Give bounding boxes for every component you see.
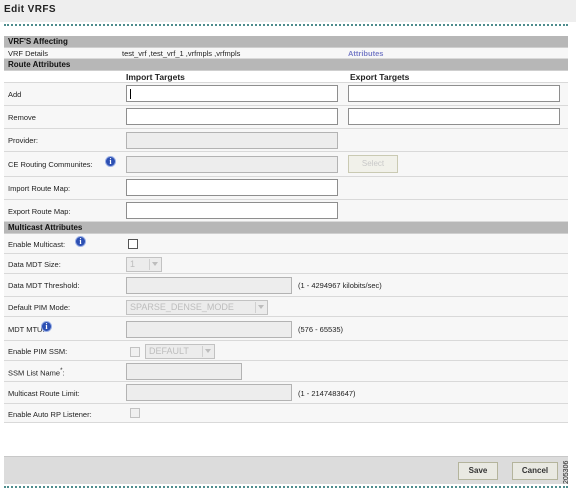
export-route-map-input[interactable]	[126, 202, 338, 219]
enable-auto-rp-label: Enable Auto RP Listener:	[8, 410, 92, 419]
info-icon[interactable]: i	[41, 321, 52, 332]
footer-bar: Save Cancel	[4, 456, 568, 484]
multicast-route-limit-input	[126, 384, 292, 401]
info-icon[interactable]: i	[105, 156, 116, 167]
mdt-mtu-label: MDT MTU:	[8, 325, 45, 334]
chevron-down-icon	[149, 259, 160, 270]
export-route-map-label: Export Route Map:	[8, 207, 71, 216]
ce-routing-input	[126, 156, 338, 173]
section-title: VRF'S Affecting	[8, 37, 68, 46]
data-mdt-size-select: 1	[126, 257, 162, 272]
figure-id: 205306	[563, 460, 570, 484]
chevron-down-icon	[255, 302, 266, 313]
ce-routing-row: CE Routing Communites: i Select	[4, 152, 568, 177]
ssm-list-name-colon: :	[62, 368, 65, 378]
vrf-details-value: test_vrf ,test_vrf_1 ,vrfmpls ,vrfmpls	[122, 49, 241, 58]
enable-auto-rp-checkbox	[130, 408, 140, 418]
provider-label: Provider:	[8, 136, 39, 145]
ssm-list-name-row: SSM List Name*:	[4, 361, 568, 382]
data-mdt-size-row: Data MDT Size: 1	[4, 254, 568, 274]
ce-routing-label: CE Routing Communites:	[8, 160, 93, 169]
default-pim-mode-value: SPARSE_DENSE_MODE	[130, 302, 234, 312]
info-icon[interactable]: i	[75, 236, 86, 247]
enable-pim-ssm-row: Enable PIM SSM: DEFAULT	[4, 341, 568, 361]
data-mdt-size-value: 1	[130, 259, 136, 269]
import-route-map-row: Import Route Map:	[4, 177, 568, 200]
mdt-mtu-input	[126, 321, 292, 338]
export-targets-header: Export Targets	[350, 72, 410, 82]
export-add-input[interactable]	[348, 85, 560, 102]
select-button[interactable]: Select	[348, 155, 398, 173]
title-divider	[4, 24, 568, 26]
multicast-route-limit-row: Multicast Route Limit: (1 - 2147483647)	[4, 382, 568, 404]
import-route-map-label: Import Route Map:	[8, 184, 71, 193]
enable-auto-rp-row: Enable Auto RP Listener:	[4, 404, 568, 423]
data-mdt-threshold-hint: (1 - 4294967 kilobits/sec)	[298, 281, 382, 290]
bottom-divider	[4, 486, 568, 488]
export-remove-input[interactable]	[348, 108, 560, 125]
ssm-list-name-text: SSM List Name	[8, 368, 61, 378]
section-header-route-attributes: Route Attributes	[4, 59, 568, 71]
default-pim-mode-row: Default PIM Mode: SPARSE_DENSE_MODE	[4, 297, 568, 317]
title-bar: Edit VRFS	[0, 0, 576, 22]
vrf-details-row: VRF Details test_vrf ,test_vrf_1 ,vrfmpl…	[4, 48, 568, 59]
enable-pim-ssm-label: Enable PIM SSM:	[8, 347, 68, 356]
text-caret	[130, 89, 131, 99]
section-title: Multicast Attributes	[8, 223, 83, 232]
section-header-multicast-attributes: Multicast Attributes	[4, 222, 568, 234]
cancel-button[interactable]: Cancel	[512, 462, 558, 480]
section-header-vrfs-affecting: VRF'S Affecting	[4, 36, 568, 48]
multicast-route-limit-label: Multicast Route Limit:	[8, 389, 80, 398]
attributes-link[interactable]: Attributes	[348, 49, 383, 58]
import-add-input[interactable]	[126, 85, 338, 102]
provider-input	[126, 132, 338, 149]
chevron-down-icon	[202, 346, 213, 357]
save-button[interactable]: Save	[458, 462, 498, 480]
default-pim-mode-select: SPARSE_DENSE_MODE	[126, 300, 268, 315]
targets-header-row: Import Targets Export Targets	[4, 71, 568, 83]
edit-vrfs-form: VRF'S Affecting VRF Details test_vrf ,te…	[4, 36, 568, 423]
mdt-mtu-hint: (576 - 65535)	[298, 325, 344, 334]
enable-pim-ssm-checkbox	[130, 347, 140, 357]
import-targets-header: Import Targets	[126, 72, 185, 82]
data-mdt-threshold-row: Data MDT Threshold: (1 - 4294967 kilobit…	[4, 274, 568, 297]
remove-row: Remove	[4, 106, 568, 129]
enable-multicast-row: Enable Multicast: i	[4, 234, 568, 254]
data-mdt-threshold-input	[126, 277, 292, 294]
add-row: Add	[4, 83, 568, 106]
multicast-route-limit-hint: (1 - 2147483647)	[298, 389, 356, 398]
remove-label: Remove	[8, 113, 36, 122]
page-title: Edit VRFS	[4, 4, 56, 15]
export-route-map-row: Export Route Map:	[4, 200, 568, 222]
import-route-map-input[interactable]	[126, 179, 338, 196]
enable-multicast-checkbox[interactable]	[128, 239, 138, 249]
pim-ssm-select: DEFAULT	[145, 344, 215, 359]
default-pim-mode-label: Default PIM Mode:	[8, 303, 71, 312]
mdt-mtu-row: MDT MTU: i (576 - 65535)	[4, 317, 568, 341]
import-remove-input[interactable]	[126, 108, 338, 125]
section-title: Route Attributes	[8, 60, 71, 69]
provider-row: Provider:	[4, 129, 568, 152]
pim-ssm-value: DEFAULT	[149, 346, 189, 356]
data-mdt-size-label: Data MDT Size:	[8, 260, 61, 269]
add-label: Add	[8, 90, 22, 99]
data-mdt-threshold-label: Data MDT Threshold:	[8, 281, 80, 290]
ssm-list-name-label: SSM List Name*:	[8, 367, 65, 378]
vrf-details-label: VRF Details	[8, 49, 49, 58]
ssm-list-name-input	[126, 363, 242, 380]
enable-multicast-label: Enable Multicast:	[8, 240, 66, 249]
